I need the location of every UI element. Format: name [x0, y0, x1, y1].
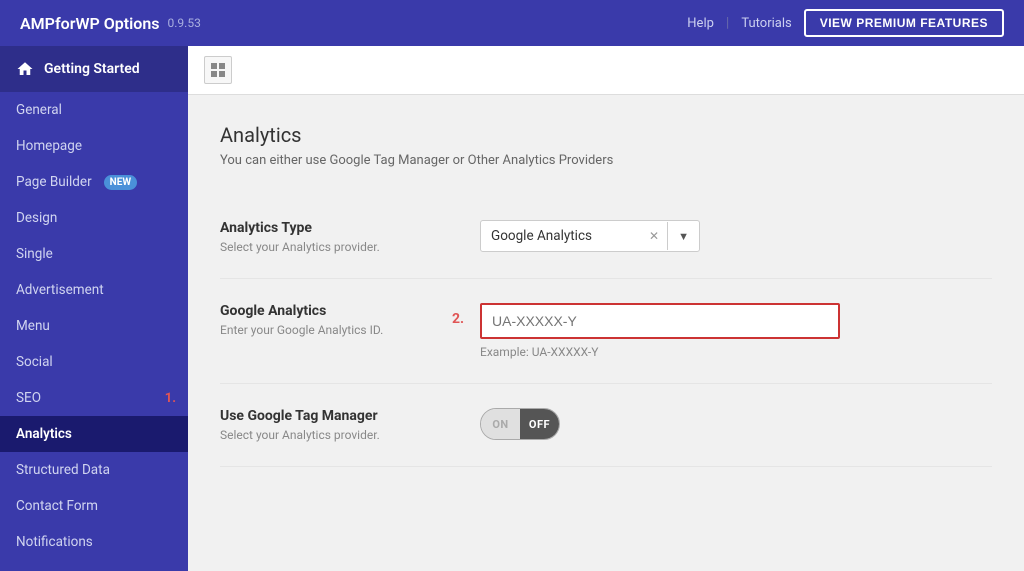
analytics-type-selected: Google Analytics: [481, 221, 641, 251]
sidebar-item-analytics[interactable]: Analytics: [0, 416, 188, 452]
toggle-on-label: ON: [481, 409, 520, 439]
sidebar-label: Social: [16, 354, 53, 370]
main-content: Analytics You can either use Google Tag …: [188, 95, 1024, 495]
sidebar-label: Homepage: [16, 138, 82, 154]
header-right: Help | Tutorials VIEW PREMIUM FEATURES: [687, 9, 1004, 37]
sidebar-label: Menu: [16, 318, 50, 334]
analytics-type-select[interactable]: Google Analytics ✕ ▼: [480, 220, 700, 252]
sidebar-label: Structured Data: [16, 462, 110, 478]
sidebar-label: Single: [16, 246, 53, 262]
tag-manager-toggle[interactable]: ON OFF: [480, 408, 992, 440]
sidebar-item-getting-started[interactable]: Getting Started: [0, 46, 188, 92]
sidebar-item-notifications[interactable]: Notifications: [0, 524, 188, 560]
tutorials-link[interactable]: Tutorials: [741, 16, 791, 31]
header: AMPforWP Options 0.9.53 Help | Tutorials…: [0, 0, 1024, 46]
main-content-area: Analytics You can either use Google Tag …: [188, 46, 1024, 571]
tag-manager-description: Select your Analytics provider.: [220, 428, 480, 442]
google-analytics-row: Google Analytics Enter your Google Analy…: [220, 279, 992, 384]
sidebar-item-page-builder[interactable]: Page Builder NEW: [0, 164, 188, 200]
sidebar-item-homepage[interactable]: Homepage: [0, 128, 188, 164]
sidebar-item-advertisement[interactable]: Advertisement: [0, 272, 188, 308]
sidebar-label: General: [16, 102, 62, 118]
ga-id-example: Example: UA-XXXXX-Y: [480, 345, 992, 359]
toggle-off-label: OFF: [520, 409, 559, 439]
sidebar-label: Advertisement: [16, 282, 104, 298]
sidebar-label: Analytics: [16, 426, 72, 442]
page-title: Analytics: [220, 123, 992, 147]
seo-step-indicator: 1.: [165, 391, 176, 406]
select-arrow-icon[interactable]: ▼: [668, 223, 699, 250]
google-analytics-id-input[interactable]: [480, 303, 840, 339]
sidebar-label: Contact Form: [16, 498, 98, 514]
sidebar-item-menu[interactable]: Menu: [0, 308, 188, 344]
help-link[interactable]: Help: [687, 16, 714, 31]
sidebar-item-single[interactable]: Single: [0, 236, 188, 272]
toolbar: [188, 46, 1024, 95]
sidebar-item-contact-form[interactable]: Contact Form: [0, 488, 188, 524]
analytics-type-row: Analytics Type Select your Analytics pro…: [220, 196, 992, 279]
app-title: AMPforWP Options: [20, 14, 160, 33]
step-2-indicator: 2.: [452, 311, 464, 327]
home-icon: [16, 60, 34, 78]
grid-view-icon[interactable]: [204, 56, 232, 84]
sidebar-item-seo[interactable]: SEO 1.: [0, 380, 188, 416]
sidebar-item-general[interactable]: General: [0, 92, 188, 128]
analytics-type-description: Select your Analytics provider.: [220, 240, 480, 254]
google-analytics-description: Enter your Google Analytics ID.: [220, 323, 480, 337]
sidebar-label: Design: [16, 210, 57, 226]
sidebar: Getting Started General Homepage Page Bu…: [0, 46, 188, 571]
page-subtitle: You can either use Google Tag Manager or…: [220, 153, 992, 168]
new-badge: NEW: [104, 175, 137, 190]
sidebar-item-comments[interactable]: Comments: [0, 560, 188, 571]
toggle-switch[interactable]: ON OFF: [480, 408, 560, 440]
sidebar-label: SEO: [16, 390, 41, 406]
select-clear-icon[interactable]: ✕: [641, 222, 668, 250]
google-analytics-label: Google Analytics: [220, 303, 480, 319]
getting-started-label: Getting Started: [44, 61, 140, 77]
sidebar-label: Page Builder: [16, 174, 92, 190]
sidebar-item-social[interactable]: Social: [0, 344, 188, 380]
sidebar-item-structured-data[interactable]: Structured Data: [0, 452, 188, 488]
app-version: 0.9.53: [168, 16, 201, 30]
sidebar-item-design[interactable]: Design: [0, 200, 188, 236]
premium-button[interactable]: VIEW PREMIUM FEATURES: [804, 9, 1004, 37]
tag-manager-label: Use Google Tag Manager: [220, 408, 480, 424]
layout: Getting Started General Homepage Page Bu…: [0, 46, 1024, 571]
sidebar-label: Notifications: [16, 534, 93, 550]
analytics-type-label: Analytics Type: [220, 220, 480, 236]
google-tag-manager-row: Use Google Tag Manager Select your Analy…: [220, 384, 992, 467]
